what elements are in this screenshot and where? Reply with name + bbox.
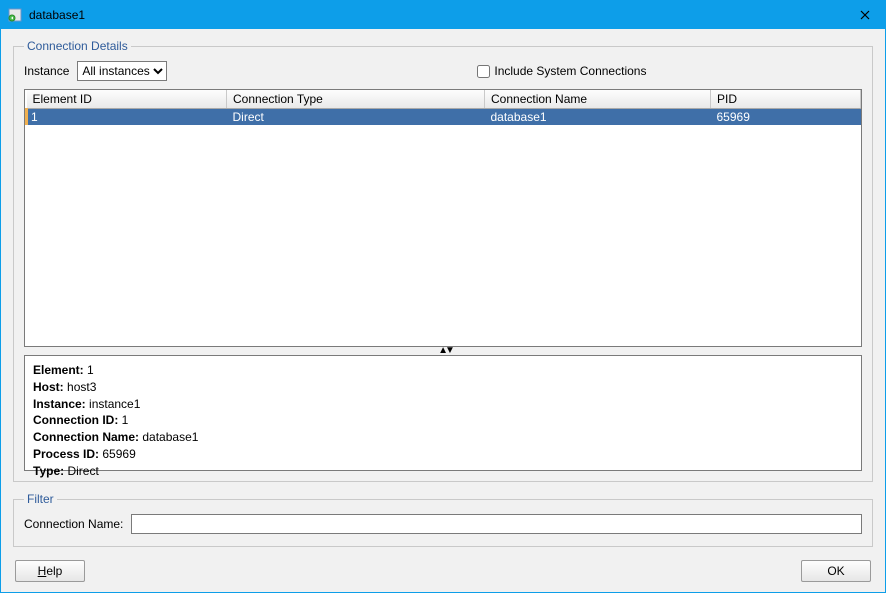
detail-connection-id: Connection ID: 1 [33,412,853,429]
cell-pid: 65969 [711,109,861,126]
close-icon[interactable] [851,4,879,26]
cell-connection-name: database1 [485,109,711,126]
app-icon [7,7,23,23]
connection-details-legend: Connection Details [24,39,131,53]
details-panel: Element: 1 Host: host3 Instance: instanc… [24,355,862,471]
detail-type: Type: Direct [33,463,853,480]
connection-details-group: Connection Details Instance All instance… [13,39,873,482]
detail-instance: Instance: instance1 [33,396,853,413]
include-system-checkbox[interactable] [477,65,490,78]
detail-element: Element: 1 [33,362,853,379]
connections-table[interactable]: Element ID Connection Type Connection Na… [25,90,861,125]
col-connection-type[interactable]: Connection Type [227,90,485,109]
ok-button[interactable]: OK [801,560,871,582]
dialog-content: Connection Details Instance All instance… [1,29,885,592]
table-row[interactable]: 1 Direct database1 65969 [27,109,861,126]
detail-connection-name: Connection Name: database1 [33,429,853,446]
table-header-row: Element ID Connection Type Connection Na… [27,90,861,109]
filter-row: Connection Name: [24,514,862,534]
filter-group: Filter Connection Name: [13,492,873,547]
detail-process-id: Process ID: 65969 [33,446,853,463]
title-bar[interactable]: database1 [1,1,885,29]
cell-connection-type: Direct [227,109,485,126]
instance-row: Instance All instances Include System Co… [24,61,862,81]
col-pid[interactable]: PID [711,90,861,109]
help-button[interactable]: Help [15,560,85,582]
detail-host: Host: host3 [33,379,853,396]
filter-legend: Filter [24,492,57,506]
include-system-label: Include System Connections [494,64,646,78]
dialog-window: database1 Connection Details Instance Al… [0,0,886,593]
col-element-id[interactable]: Element ID [27,90,227,109]
connections-table-wrap: Element ID Connection Type Connection Na… [24,89,862,347]
window-title: database1 [29,8,851,22]
col-connection-name[interactable]: Connection Name [485,90,711,109]
cell-element-id: 1 [27,109,227,126]
splitter-handle[interactable]: ▲▼ [28,347,862,355]
filter-connection-name-input[interactable] [131,514,862,534]
instance-label: Instance [24,64,69,78]
filter-connection-name-label: Connection Name: [24,517,123,531]
instance-select[interactable]: All instances [77,61,167,81]
dialog-button-row: Help OK [13,560,873,582]
include-system-wrap: Include System Connections [473,62,646,81]
